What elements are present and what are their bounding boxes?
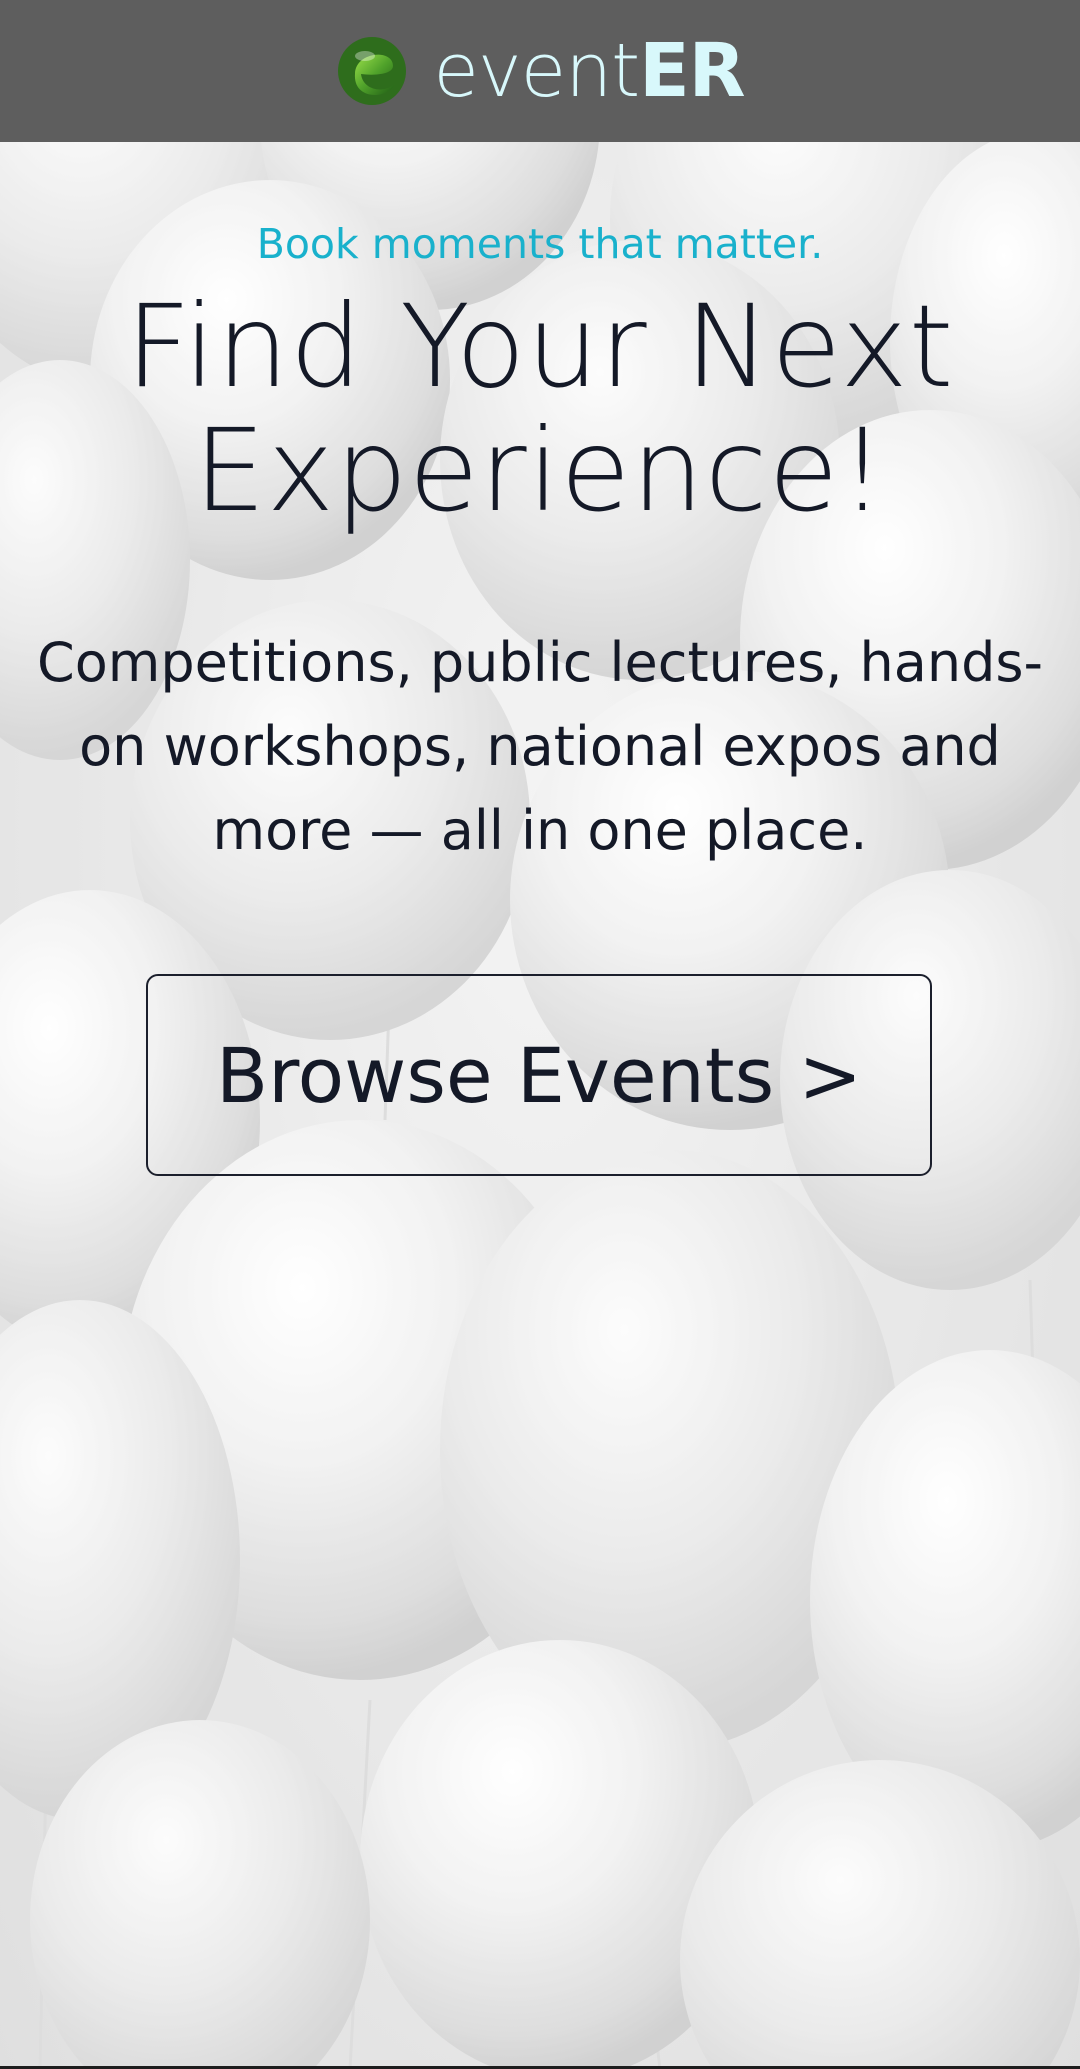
- brand-logo[interactable]: eventER: [335, 34, 746, 108]
- hero-description-line2: on workshops, national expos and: [79, 715, 1001, 778]
- hero-description: Competitions, public lectures, hands- on…: [10, 621, 1070, 873]
- hero-headline-line2: Experience!: [193, 404, 887, 537]
- hero-description-line3: more — all in one place.: [212, 799, 868, 862]
- hero-headline: Find Your Next Experience!: [40, 285, 1040, 533]
- hero-description-line1: Competitions, public lectures, hands-: [36, 631, 1043, 694]
- eventer-logo-icon: [338, 37, 407, 105]
- top-header: eventER: [0, 0, 1080, 142]
- brand-name-bold: ER: [639, 28, 746, 114]
- hero-headline-line1: Find Your Next: [125, 280, 955, 413]
- hero-tagline: Book moments that matter.: [256, 220, 824, 268]
- brand-name-light: event: [433, 28, 640, 114]
- browse-events-button[interactable]: Browse Events >: [146, 974, 932, 1176]
- brand-name: eventER: [433, 34, 745, 108]
